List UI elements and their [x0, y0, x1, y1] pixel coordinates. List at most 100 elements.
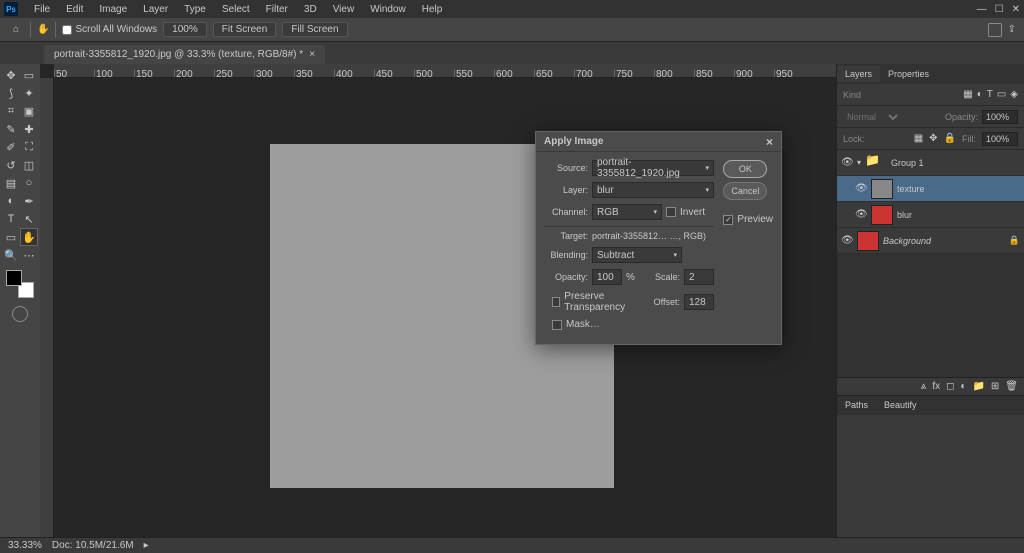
lock-icon[interactable]: 🔒 [1009, 235, 1020, 246]
tab-close-icon[interactable]: × [309, 49, 315, 60]
visibility-icon[interactable]: 👁 [855, 209, 867, 220]
layer-group[interactable]: 👁 ▾ 📁 Group 1 [837, 150, 1024, 176]
beautify-tab[interactable]: Beautify [876, 397, 925, 413]
menu-3d[interactable]: 3D [296, 1, 325, 18]
preserve-transparency-checkbox[interactable]: Preserve Transparency [552, 291, 646, 313]
menu-type[interactable]: Type [176, 1, 214, 18]
menu-help[interactable]: Help [414, 1, 451, 18]
filter-pixel-icon[interactable]: ▦ [963, 89, 972, 100]
home-icon[interactable]: ⌂ [8, 22, 24, 38]
blur-tool[interactable]: ○ [20, 174, 38, 192]
heal-tool[interactable]: ✚ [20, 120, 38, 138]
layer-texture[interactable]: 👁 texture [837, 176, 1024, 202]
dialog-title-bar[interactable]: Apply Image × [536, 132, 781, 152]
close-button[interactable]: ✕ [1012, 4, 1020, 15]
menu-select[interactable]: Select [214, 1, 258, 18]
pen-tool[interactable]: ✒ [20, 192, 38, 210]
menu-image[interactable]: Image [91, 1, 135, 18]
visibility-icon[interactable]: 👁 [855, 183, 867, 194]
visibility-icon[interactable]: 👁 [841, 235, 853, 246]
type-tool[interactable]: T [2, 210, 20, 228]
layer-style-icon[interactable]: fx [932, 381, 940, 392]
arrange-icon[interactable] [988, 23, 1002, 37]
status-arrow-icon[interactable]: ▸ [144, 540, 149, 551]
expand-icon[interactable]: ▾ [857, 158, 861, 167]
quick-mask-toggle[interactable] [12, 306, 28, 322]
menu-window[interactable]: Window [362, 1, 414, 18]
share-icon[interactable]: ⇪ [1008, 24, 1016, 35]
layer-name[interactable]: Group 1 [891, 158, 924, 168]
properties-tab[interactable]: Properties [880, 66, 937, 82]
history-brush-tool[interactable]: ↺ [2, 156, 20, 174]
menu-layer[interactable]: Layer [135, 1, 176, 18]
filter-shape-icon[interactable]: ▭ [997, 89, 1006, 100]
dodge-tool[interactable]: ◐ [2, 192, 20, 210]
zoom-level[interactable]: 33.33% [8, 540, 42, 551]
layer-name[interactable]: texture [897, 184, 925, 194]
frame-tool[interactable]: ▣ [20, 102, 38, 120]
lock-pixels-icon[interactable]: ▦ [914, 133, 923, 144]
layers-tab[interactable]: Layers [837, 66, 880, 82]
eraser-tool[interactable]: ◫ [20, 156, 38, 174]
zoom-tool[interactable]: 🔍 [2, 246, 20, 264]
zoom-100-button[interactable]: 100% [163, 22, 207, 37]
eyedropper-tool[interactable]: ✎ [2, 120, 20, 138]
menu-view[interactable]: View [325, 1, 363, 18]
menu-edit[interactable]: Edit [58, 1, 91, 18]
blending-select[interactable]: Subtract▾ [592, 247, 682, 263]
delete-layer-icon[interactable]: 🗑 [1005, 381, 1018, 392]
layer-select[interactable]: blur▾ [592, 182, 714, 198]
fill-screen-button[interactable]: Fill Screen [282, 22, 347, 37]
gradient-tool[interactable]: ▤ [2, 174, 20, 192]
edit-toolbar[interactable]: ⋯ [20, 246, 38, 264]
lock-position-icon[interactable]: ✥ [929, 133, 937, 144]
hand-tool[interactable]: ✋ [20, 228, 38, 246]
shape-tool[interactable]: ▭ [2, 228, 20, 246]
filter-smart-icon[interactable]: ◈ [1010, 89, 1018, 100]
layer-name[interactable]: Background [883, 236, 931, 246]
blend-mode-select[interactable]: Normal [843, 111, 901, 123]
opacity-input[interactable]: 100 [592, 269, 622, 285]
marquee-tool[interactable]: ▭ [20, 66, 38, 84]
cancel-button[interactable]: Cancel [723, 182, 767, 200]
hand-tool-icon[interactable]: ✋ [37, 24, 49, 35]
visibility-icon[interactable]: 👁 [841, 157, 853, 168]
color-swatches[interactable] [6, 270, 34, 298]
paths-tab[interactable]: Paths [837, 397, 876, 413]
link-layers-icon[interactable]: ⩓ [921, 381, 927, 392]
brush-tool[interactable]: ✐ [2, 138, 20, 156]
channel-select[interactable]: RGB▾ [592, 204, 662, 220]
fill-input[interactable] [982, 132, 1018, 146]
crop-tool[interactable]: ⌗ [2, 102, 20, 120]
opacity-input[interactable] [982, 110, 1018, 124]
lock-all-icon[interactable]: 🔒 [944, 133, 956, 144]
filter-adjust-icon[interactable]: ◐ [977, 89, 983, 100]
adjustment-layer-icon[interactable]: ◐ [960, 381, 966, 392]
offset-input[interactable]: 128 [684, 294, 714, 310]
document-tab[interactable]: portrait-3355812_1920.jpg @ 33.3% (textu… [44, 45, 325, 64]
menu-file[interactable]: File [26, 1, 58, 18]
move-tool[interactable]: ✥ [2, 66, 20, 84]
wand-tool[interactable]: ✦ [20, 84, 38, 102]
layer-name[interactable]: blur [897, 210, 912, 220]
foreground-color-swatch[interactable] [6, 270, 22, 286]
layer-blur[interactable]: 👁 blur [837, 202, 1024, 228]
filter-type-icon[interactable]: T [987, 89, 993, 100]
invert-checkbox[interactable]: Invert [666, 207, 705, 218]
lasso-tool[interactable]: ⟆ [2, 84, 20, 102]
menu-filter[interactable]: Filter [258, 1, 296, 18]
dialog-close-icon[interactable]: × [766, 135, 773, 149]
layer-background[interactable]: 👁 Background 🔒 [837, 228, 1024, 254]
path-tool[interactable]: ↖ [20, 210, 38, 228]
maximize-button[interactable]: ☐ [995, 4, 1004, 15]
new-layer-icon[interactable]: ⊞ [991, 381, 999, 392]
fit-screen-button[interactable]: Fit Screen [213, 22, 277, 37]
source-select[interactable]: portrait-3355812_1920.jpg▾ [592, 160, 714, 176]
minimize-button[interactable]: — [977, 4, 987, 15]
scroll-all-checkbox[interactable]: Scroll All Windows [62, 24, 157, 35]
preview-checkbox[interactable]: ✓Preview [723, 214, 773, 225]
ok-button[interactable]: OK [723, 160, 767, 178]
doc-size[interactable]: Doc: 10.5M/21.6M [52, 540, 134, 551]
layer-mask-icon[interactable]: ◻ [946, 381, 954, 392]
mask-checkbox[interactable]: Mask… [552, 319, 600, 330]
